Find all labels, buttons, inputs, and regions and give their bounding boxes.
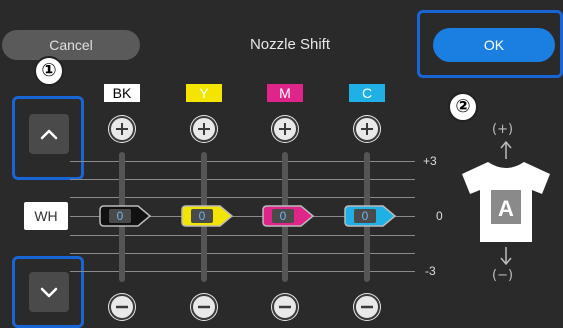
decrease-m-button[interactable] bbox=[271, 293, 299, 321]
minus-direction-label: (−) bbox=[492, 268, 514, 283]
shift-down-button[interactable] bbox=[29, 272, 69, 312]
increase-c-button[interactable] bbox=[353, 115, 381, 143]
value-bk: 0 bbox=[117, 209, 124, 223]
scale-label-top: +3 bbox=[423, 154, 437, 168]
callout-badge-1: ① bbox=[34, 56, 64, 86]
minus-icon bbox=[354, 294, 380, 320]
channel-label-c: C bbox=[349, 84, 385, 102]
value-c: 0 bbox=[362, 209, 369, 223]
value-indicator-c[interactable]: 0 bbox=[343, 204, 399, 228]
ok-callout-frame bbox=[417, 10, 563, 78]
tshirt-icon: A bbox=[462, 162, 550, 242]
decrease-y-button[interactable] bbox=[190, 293, 218, 321]
decrease-c-button[interactable] bbox=[353, 293, 381, 321]
cancel-button[interactable]: Cancel bbox=[2, 30, 140, 60]
arrow-down-icon bbox=[500, 247, 512, 266]
scale-label-zero: 0 bbox=[436, 209, 443, 223]
plus-icon bbox=[272, 116, 298, 142]
chevron-down-icon bbox=[40, 287, 58, 298]
value-indicator-m[interactable]: 0 bbox=[261, 204, 317, 228]
value-indicator-y[interactable]: 0 bbox=[180, 204, 236, 228]
increase-y-button[interactable] bbox=[190, 115, 218, 143]
page-title: Nozzle Shift bbox=[249, 36, 331, 53]
plus-icon bbox=[191, 116, 217, 142]
decrease-bk-button[interactable] bbox=[108, 293, 136, 321]
plus-direction-label: (+) bbox=[492, 122, 514, 137]
scale-label-bottom: -3 bbox=[425, 264, 436, 278]
tshirt-letter: A bbox=[498, 196, 514, 221]
value-y: 0 bbox=[199, 209, 206, 223]
plus-icon bbox=[109, 116, 135, 142]
minus-icon bbox=[191, 294, 217, 320]
channel-label-m: M bbox=[267, 84, 303, 102]
shift-up-button[interactable] bbox=[29, 114, 69, 154]
callout-badge-2: ② bbox=[448, 92, 478, 122]
increase-m-button[interactable] bbox=[271, 115, 299, 143]
increase-bk-button[interactable] bbox=[108, 115, 136, 143]
value-indicator-bk[interactable]: 0 bbox=[98, 204, 154, 228]
plus-icon bbox=[354, 116, 380, 142]
minus-icon bbox=[272, 294, 298, 320]
white-ink-row-label: WH bbox=[24, 202, 68, 230]
value-m: 0 bbox=[280, 209, 287, 223]
channel-label-bk: BK bbox=[104, 84, 140, 102]
chevron-up-icon bbox=[40, 129, 58, 140]
arrow-up-icon bbox=[500, 140, 512, 159]
minus-icon bbox=[109, 294, 135, 320]
channel-label-y: Y bbox=[186, 84, 222, 102]
